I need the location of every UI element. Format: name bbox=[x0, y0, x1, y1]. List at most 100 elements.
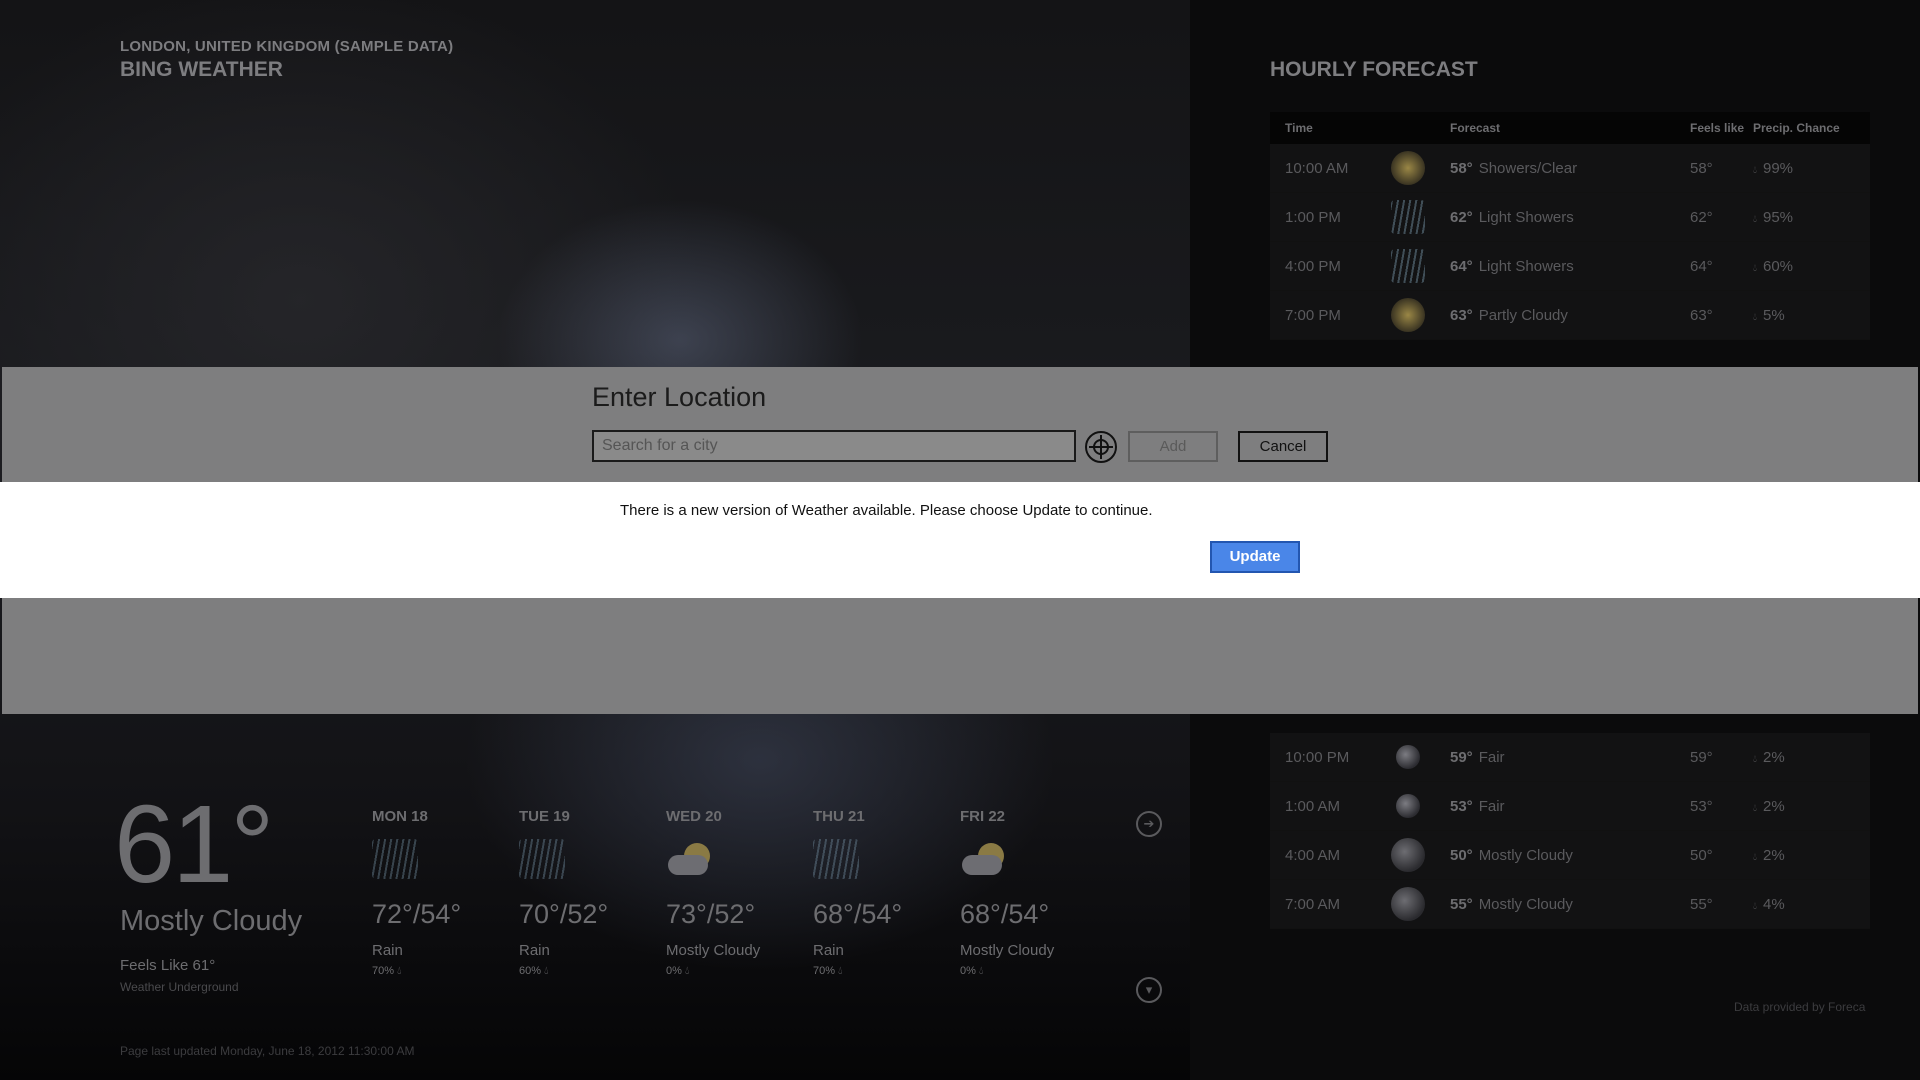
row-precip: 💧︎ 5% bbox=[1753, 306, 1785, 324]
data-provider-link[interactable]: Data provided by Foreca bbox=[1734, 1000, 1865, 1014]
day-condition: Mostly Cloudy bbox=[666, 942, 761, 959]
row-forecast: 64° Light Showers bbox=[1450, 257, 1574, 275]
table-row: 1:00 PM 62° Light Showers 62° 💧︎ 95% bbox=[1270, 193, 1870, 242]
add-button[interactable]: Add bbox=[1128, 431, 1218, 462]
hourly-table: Time Forecast Feels like Precip. Chance … bbox=[1270, 112, 1870, 340]
day-condition: Rain bbox=[519, 942, 550, 959]
table-row: 1:00 AM 53° Fair 53° 💧︎ 2% bbox=[1270, 782, 1870, 831]
col-precip: Precip. Chance bbox=[1753, 121, 1840, 135]
drop-icon: 💧︎ bbox=[544, 965, 549, 977]
day-precip: 70% 💧︎ bbox=[372, 965, 402, 977]
drop-icon: 💧︎ bbox=[1753, 262, 1757, 274]
row-forecast: 58° Showers/Clear bbox=[1450, 159, 1578, 177]
drop-icon: 💧︎ bbox=[1753, 900, 1757, 912]
day-precip: 70% 💧︎ bbox=[813, 965, 843, 977]
day-temps: 72°/54° bbox=[372, 899, 462, 929]
day-name: MON 18 bbox=[372, 808, 428, 825]
row-precip: 💧︎ 60% bbox=[1753, 257, 1794, 275]
day-condition: Rain bbox=[372, 942, 403, 959]
row-time: 1:00 PM bbox=[1285, 208, 1341, 226]
day-precip: 0% 💧︎ bbox=[666, 965, 690, 977]
current-location-icon[interactable] bbox=[1085, 431, 1117, 463]
row-feels: 62° bbox=[1690, 208, 1713, 226]
current-source-link[interactable]: Weather Underground bbox=[120, 980, 239, 994]
drop-icon: 💧︎ bbox=[1753, 311, 1757, 323]
row-feels: 63° bbox=[1690, 306, 1713, 324]
day-temps: 73°/52° bbox=[666, 899, 756, 929]
row-feels: 50° bbox=[1690, 846, 1713, 864]
day-precip: 0% 💧︎ bbox=[960, 965, 984, 977]
row-precip: 💧︎ 2% bbox=[1753, 846, 1785, 864]
row-time: 4:00 AM bbox=[1285, 846, 1341, 864]
mostly-cloudy-icon bbox=[960, 835, 1010, 883]
day-name: WED 20 bbox=[666, 808, 722, 825]
row-forecast: 63° Partly Cloudy bbox=[1450, 306, 1568, 324]
day-condition: Rain bbox=[813, 942, 844, 959]
daily-forecast-day[interactable]: THU 21 68°/54° Rain 70% 💧︎ bbox=[813, 808, 953, 978]
rain-icon bbox=[372, 835, 422, 883]
drop-icon: 💧︎ bbox=[1753, 164, 1757, 176]
day-temps: 70°/52° bbox=[519, 899, 609, 929]
search-city-input[interactable] bbox=[592, 430, 1076, 462]
day-name: FRI 22 bbox=[960, 808, 1006, 825]
drop-icon: 💧︎ bbox=[397, 965, 402, 977]
mostly-cloudy-icon bbox=[666, 835, 716, 883]
row-forecast: 53° Fair bbox=[1450, 797, 1505, 815]
hourly-table-lower: 10:00 PM 59° Fair 59° 💧︎ 2% 1:00 AM 53° Fai… bbox=[1270, 733, 1870, 929]
drop-icon: 💧︎ bbox=[1753, 802, 1757, 814]
row-forecast: 55° Mostly Cloudy bbox=[1450, 895, 1573, 913]
drop-icon: 💧︎ bbox=[1753, 213, 1757, 225]
day-precip: 60% 💧︎ bbox=[519, 965, 549, 977]
drop-icon: 💧︎ bbox=[838, 965, 843, 977]
next-days-arrow-icon[interactable]: ➔ bbox=[1136, 811, 1162, 837]
location-label: LONDON, UNITED KINGDOM (SAMPLE DATA) bbox=[120, 38, 454, 55]
row-feels: 64° bbox=[1690, 257, 1713, 275]
daily-forecast-day[interactable]: FRI 22 68°/54° Mostly Cloudy 0% 💧︎ bbox=[960, 808, 1100, 978]
app-title: BING WEATHER bbox=[120, 58, 283, 81]
rain-icon bbox=[1390, 249, 1425, 283]
row-feels: 58° bbox=[1690, 159, 1713, 177]
row-time: 1:00 AM bbox=[1285, 797, 1341, 815]
col-time: Time bbox=[1285, 121, 1313, 135]
row-precip: 💧︎ 95% bbox=[1753, 208, 1794, 226]
drop-icon: 💧︎ bbox=[978, 965, 984, 977]
row-precip: 💧︎ 2% bbox=[1753, 748, 1785, 766]
row-forecast: 50° Mostly Cloudy bbox=[1450, 846, 1573, 864]
day-name: THU 21 bbox=[813, 808, 865, 825]
row-forecast: 59° Fair bbox=[1450, 748, 1505, 766]
daily-forecast-day[interactable]: TUE 19 70°/52° Rain 60% 💧︎ bbox=[519, 808, 659, 978]
last-updated: Page last updated Monday, June 18, 2012 … bbox=[120, 1044, 415, 1058]
current-temperature: 61° bbox=[114, 783, 274, 906]
dialog-title: Enter Location bbox=[592, 382, 767, 412]
update-message: There is a new version of Weather availa… bbox=[620, 502, 1153, 519]
row-forecast: 62° Light Showers bbox=[1450, 208, 1574, 226]
drop-icon: 💧︎ bbox=[1753, 851, 1757, 863]
rain-icon bbox=[813, 835, 863, 883]
row-time: 4:00 PM bbox=[1285, 257, 1341, 275]
rain-icon bbox=[519, 835, 569, 883]
current-feels-like: Feels Like 61° bbox=[120, 957, 216, 974]
day-temps: 68°/54° bbox=[813, 899, 903, 929]
row-precip: 💧︎ 4% bbox=[1753, 895, 1785, 913]
col-feels: Feels like bbox=[1690, 121, 1745, 135]
table-row: 7:00 AM 55° Mostly Cloudy 55° 💧︎ 4% bbox=[1270, 880, 1870, 929]
day-condition: Mostly Cloudy bbox=[960, 942, 1055, 959]
cancel-button[interactable]: Cancel bbox=[1238, 431, 1328, 462]
daily-forecast-day[interactable]: MON 18 72°/54° Rain 70% 💧︎ bbox=[372, 808, 512, 978]
update-notice bbox=[0, 482, 1920, 598]
expand-chevron-down-icon[interactable]: ▾ bbox=[1136, 977, 1162, 1003]
drop-icon: 💧︎ bbox=[684, 965, 690, 977]
table-row: 4:00 AM 50° Mostly Cloudy 50° 💧︎ 2% bbox=[1270, 831, 1870, 880]
update-button[interactable]: Update bbox=[1210, 541, 1300, 573]
daily-forecast-day[interactable]: WED 20 73°/52° Mostly Cloudy 0% 💧︎ bbox=[666, 808, 806, 978]
table-row: 10:00 PM 59° Fair 59° 💧︎ 2% bbox=[1270, 733, 1870, 782]
moon-icon bbox=[1395, 745, 1420, 769]
mostly-cloudy-icon bbox=[1390, 838, 1425, 872]
moon-icon bbox=[1395, 794, 1420, 818]
row-time: 7:00 AM bbox=[1285, 895, 1341, 913]
row-feels: 55° bbox=[1690, 895, 1713, 913]
table-row: 7:00 PM 63° Partly Cloudy 63° 💧︎ 5% bbox=[1270, 291, 1870, 340]
row-precip: 💧︎ 99% bbox=[1753, 159, 1794, 177]
col-forecast: Forecast bbox=[1450, 121, 1501, 135]
sun-icon bbox=[1390, 151, 1425, 185]
